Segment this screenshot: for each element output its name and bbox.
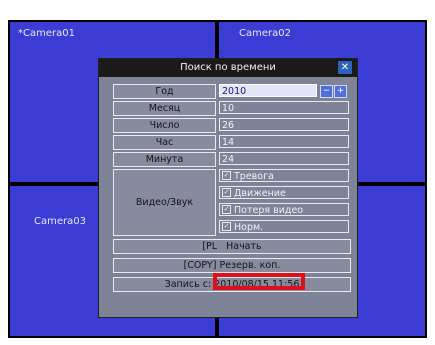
- camera-02-label: Camera02: [239, 28, 291, 39]
- motion-option[interactable]: ✓ Движение: [219, 186, 349, 199]
- video-audio-text: Видео/Звук: [135, 197, 194, 208]
- day-field[interactable]: 26: [219, 118, 349, 131]
- close-icon[interactable]: ✕: [338, 61, 352, 74]
- alarm-option-label: Тревога: [234, 171, 274, 182]
- video-loss-option[interactable]: ✓ Потеря видео: [219, 203, 349, 216]
- video-audio-label: Видео/Звук: [113, 169, 216, 236]
- alarm-option[interactable]: ✓ Тревога: [219, 169, 349, 182]
- dialog-title: Поиск по времени: [180, 62, 276, 73]
- year-label: Год: [113, 84, 216, 99]
- dvr-screen: *Camera01 Camera02 Camera03 Поиск по вре…: [8, 20, 427, 338]
- hour-label: Час: [113, 135, 216, 150]
- play-button-label: Начать: [226, 241, 262, 252]
- year-increment-button[interactable]: +: [334, 85, 347, 98]
- normal-option[interactable]: ✓ Норм.: [219, 220, 349, 233]
- month-field[interactable]: 10: [219, 101, 349, 114]
- hour-field[interactable]: 14: [219, 135, 349, 148]
- play-button[interactable]: [PL Начать: [113, 239, 351, 254]
- checkbox-icon[interactable]: ✓: [222, 171, 231, 180]
- motion-option-label: Движение: [234, 188, 286, 199]
- minute-label: Минута: [113, 152, 216, 167]
- day-label: Число: [113, 118, 216, 133]
- video-loss-option-label: Потеря видео: [234, 205, 304, 216]
- minute-field[interactable]: 24: [219, 152, 349, 165]
- dialog-titlebar: Поиск по времени ✕: [99, 59, 357, 77]
- checkbox-icon[interactable]: ✓: [222, 205, 231, 214]
- camera-01-label: *Camera01: [18, 28, 75, 39]
- year-field[interactable]: 2010: [219, 84, 317, 97]
- month-label: Месяц: [113, 101, 216, 116]
- highlight-box: [213, 273, 305, 290]
- camera-03-label: Camera03: [34, 216, 86, 227]
- normal-option-label: Норм.: [234, 222, 264, 233]
- copy-button[interactable]: [COPY] Резерв. коп.: [113, 258, 351, 273]
- checkbox-icon[interactable]: ✓: [222, 222, 231, 231]
- year-decrement-button[interactable]: −: [320, 85, 333, 98]
- checkbox-icon[interactable]: ✓: [222, 188, 231, 197]
- play-button-key: [PL: [202, 241, 218, 252]
